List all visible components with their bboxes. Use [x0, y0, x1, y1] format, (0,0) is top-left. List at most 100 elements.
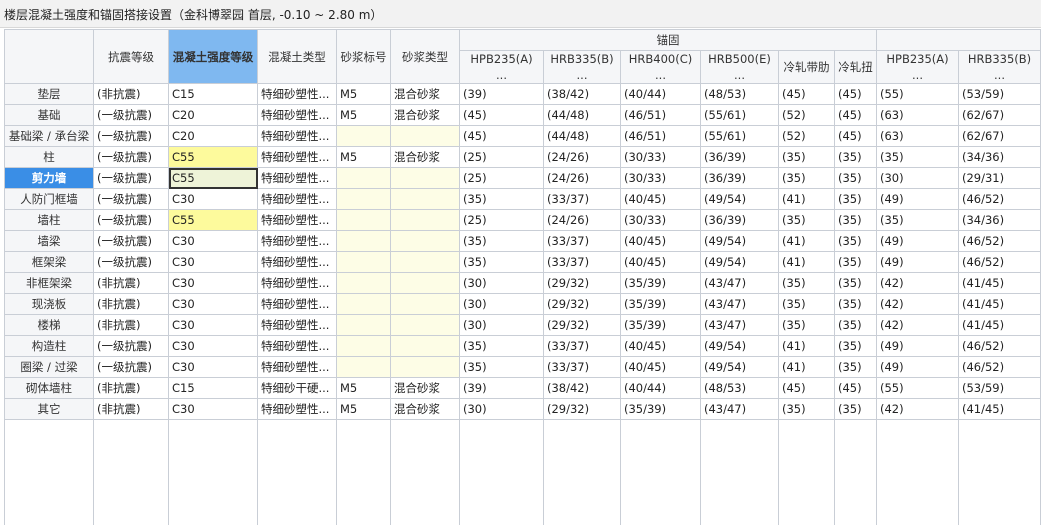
anchor-cell-2[interactable]: (35/39) [620, 398, 701, 420]
lap-cell-0[interactable]: (42) [876, 272, 959, 294]
anchor-cell-1[interactable]: (29/32) [543, 293, 621, 315]
mortar-grade-cell[interactable] [336, 188, 391, 210]
seismic-cell[interactable]: (一级抗震) [93, 167, 169, 189]
concrete-grade-cell[interactable]: C30 [168, 356, 258, 378]
mortar-type-cell[interactable] [390, 125, 460, 147]
mortar-type-cell[interactable]: 混合砂浆 [390, 377, 460, 399]
anchor-cell-1[interactable]: (44/48) [543, 104, 621, 126]
concrete-grade-cell[interactable]: C30 [168, 398, 258, 420]
anchor-cell-0[interactable]: (35) [459, 188, 544, 210]
anchor-cell-1[interactable]: (33/37) [543, 188, 621, 210]
lap-cell-1[interactable]: (53/59) [958, 377, 1041, 399]
lap-cell-1[interactable]: (62/67) [958, 104, 1041, 126]
mortar-type-cell[interactable] [390, 314, 460, 336]
lap-cell-0[interactable]: (42) [876, 293, 959, 315]
anchor-cell-5[interactable]: (45) [834, 83, 877, 105]
seismic-cell[interactable]: (一级抗震) [93, 356, 169, 378]
anchor-cell-5[interactable]: (35) [834, 335, 877, 357]
anchor-cell-0[interactable]: (25) [459, 146, 544, 168]
row-header[interactable]: 墙梁 [4, 230, 94, 252]
mortar-grade-cell[interactable]: M5 [336, 104, 391, 126]
concrete-grade-cell[interactable]: C55 [168, 209, 258, 231]
anchor-cell-1[interactable]: (33/37) [543, 335, 621, 357]
seismic-cell[interactable]: (一级抗震) [93, 335, 169, 357]
mortar-type-cell[interactable] [390, 272, 460, 294]
anchor-cell-0[interactable]: (35) [459, 230, 544, 252]
anchor-cell-2[interactable]: (35/39) [620, 314, 701, 336]
anchor-cell-3[interactable]: (55/61) [700, 125, 779, 147]
lap-cell-0[interactable]: (49) [876, 251, 959, 273]
concrete-grade-cell[interactable]: C20 [168, 125, 258, 147]
concrete-grade-cell[interactable]: C30 [168, 335, 258, 357]
seismic-cell[interactable]: (非抗震) [93, 83, 169, 105]
mortar-type-cell[interactable] [390, 188, 460, 210]
anchor-cell-4[interactable]: (41) [778, 230, 835, 252]
seismic-cell[interactable]: (非抗震) [93, 398, 169, 420]
seismic-cell[interactable]: (非抗震) [93, 377, 169, 399]
anchor-cell-4[interactable]: (35) [778, 167, 835, 189]
row-header[interactable]: 墙柱 [4, 209, 94, 231]
concrete-type-cell[interactable]: 特细砂塑性... [257, 335, 337, 357]
seismic-cell[interactable]: (一级抗震) [93, 230, 169, 252]
anchor-cell-2[interactable]: (46/51) [620, 104, 701, 126]
anchor-cell-1[interactable]: (44/48) [543, 125, 621, 147]
anchor-cell-4[interactable]: (35) [778, 272, 835, 294]
concrete-type-cell[interactable]: 特细砂塑性... [257, 251, 337, 273]
mortar-grade-cell[interactable]: M5 [336, 377, 391, 399]
seismic-cell[interactable]: (一级抗震) [93, 146, 169, 168]
row-header[interactable]: 剪力墙 [4, 167, 94, 189]
mortar-type-cell[interactable]: 混合砂浆 [390, 146, 460, 168]
anchor-cell-5[interactable]: (45) [834, 125, 877, 147]
anchor-cell-0[interactable]: (39) [459, 83, 544, 105]
row-header[interactable]: 柱 [4, 146, 94, 168]
concrete-type-cell[interactable]: 特细砂塑性... [257, 398, 337, 420]
lap-cell-1[interactable]: (46/52) [958, 251, 1041, 273]
mortar-type-cell[interactable] [390, 335, 460, 357]
lap-cell-1[interactable]: (34/36) [958, 146, 1041, 168]
anchor-cell-5[interactable]: (35) [834, 356, 877, 378]
mortar-grade-cell[interactable] [336, 167, 391, 189]
anchor-cell-4[interactable]: (52) [778, 104, 835, 126]
anchor-cell-3[interactable]: (36/39) [700, 167, 779, 189]
anchor-cell-0[interactable]: (30) [459, 293, 544, 315]
header-anchor-5[interactable]: 冷轧扭 [834, 50, 877, 84]
concrete-grade-cell[interactable]: C15 [168, 377, 258, 399]
lap-cell-0[interactable]: (55) [876, 83, 959, 105]
row-header[interactable]: 楼梯 [4, 314, 94, 336]
anchor-cell-5[interactable]: (45) [834, 377, 877, 399]
anchor-cell-5[interactable]: (35) [834, 146, 877, 168]
seismic-cell[interactable]: (非抗震) [93, 314, 169, 336]
anchor-cell-0[interactable]: (30) [459, 314, 544, 336]
anchor-cell-4[interactable]: (41) [778, 356, 835, 378]
lap-cell-1[interactable]: (41/45) [958, 293, 1041, 315]
mortar-type-cell[interactable] [390, 230, 460, 252]
lap-cell-0[interactable]: (30) [876, 167, 959, 189]
anchor-cell-3[interactable]: (49/54) [700, 230, 779, 252]
anchor-cell-5[interactable]: (35) [834, 272, 877, 294]
anchor-cell-5[interactable]: (35) [834, 293, 877, 315]
lap-cell-0[interactable]: (63) [876, 104, 959, 126]
concrete-grade-cell[interactable]: C20 [168, 104, 258, 126]
row-header[interactable]: 构造柱 [4, 335, 94, 357]
header-mortar-grade[interactable]: 砂浆标号 [336, 29, 391, 84]
mortar-grade-cell[interactable] [336, 272, 391, 294]
anchor-cell-0[interactable]: (35) [459, 356, 544, 378]
header-anchor-0[interactable]: HPB235(A)... [459, 50, 544, 84]
anchor-cell-0[interactable]: (35) [459, 335, 544, 357]
seismic-cell[interactable]: (一级抗震) [93, 125, 169, 147]
anchor-cell-3[interactable]: (43/47) [700, 398, 779, 420]
header-lap-0[interactable]: HPB235(A)... [876, 50, 959, 84]
anchor-cell-2[interactable]: (40/44) [620, 83, 701, 105]
row-header[interactable]: 垫层 [4, 83, 94, 105]
header-anchor-4[interactable]: 冷轧带肋 [778, 50, 835, 84]
anchor-cell-0[interactable]: (45) [459, 104, 544, 126]
anchor-cell-3[interactable]: (43/47) [700, 272, 779, 294]
header-anchor-3[interactable]: HRB500(E)... [700, 50, 779, 84]
lap-cell-0[interactable]: (42) [876, 314, 959, 336]
lap-cell-1[interactable]: (46/52) [958, 230, 1041, 252]
mortar-grade-cell[interactable] [336, 356, 391, 378]
anchor-cell-5[interactable]: (35) [834, 209, 877, 231]
mortar-grade-cell[interactable] [336, 125, 391, 147]
lap-cell-1[interactable]: (34/36) [958, 209, 1041, 231]
mortar-grade-cell[interactable]: M5 [336, 146, 391, 168]
